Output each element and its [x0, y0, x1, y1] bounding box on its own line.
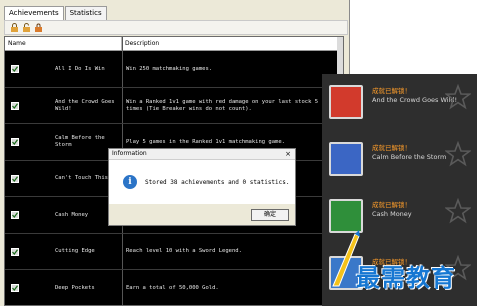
- dialog-title: Information: [112, 150, 147, 157]
- lock-all-icon[interactable]: [9, 23, 19, 33]
- notification-item: 成就已解锁！ And the Crowd Goes Wild!: [322, 74, 477, 128]
- notification-title: 成就已解锁！: [372, 87, 411, 95]
- notification-title: 成就已解锁！: [372, 144, 411, 152]
- dialog-message: Stored 38 achievements and 0 statistics.: [145, 179, 290, 186]
- crowd-achievement-icon: [329, 85, 363, 119]
- checkmark-icon: [12, 66, 18, 72]
- achievement-name: Cash Money: [55, 211, 89, 218]
- checkmark-icon: [12, 139, 18, 145]
- checkmark-icon: [12, 175, 18, 182]
- star-icon: [445, 84, 471, 110]
- achievement-name: Deep Pockets: [55, 284, 95, 291]
- achievement-name: Can't Touch This: [55, 175, 108, 181]
- table-row[interactable]: All I Do Is Win Win 250 matchmaking games…: [5, 51, 343, 88]
- achievement-description: Earn a total of 50,000 Gold.: [126, 284, 219, 291]
- table-row[interactable]: And the Crowd Goes Wild! Win a Ranked 1v1…: [5, 88, 343, 124]
- achievement-name: Calm Before the Storm: [55, 135, 105, 148]
- tab-achievements[interactable]: Achievements: [4, 6, 64, 20]
- achievement-checkbox[interactable]: [11, 284, 19, 292]
- unlock-all-icon[interactable]: [21, 23, 31, 33]
- notification-item: 成就已解锁！ Calm Before the Storm: [322, 131, 477, 185]
- column-name-header[interactable]: Name: [5, 37, 122, 50]
- achievement-description: Win 250 matchmaking games.: [126, 65, 213, 72]
- dialog-body: i Stored 38 achievements and 0 statistic…: [109, 160, 295, 204]
- storm-achievement-icon: [329, 142, 363, 176]
- information-dialog: Information × i Stored 38 achievements a…: [108, 148, 296, 226]
- column-description-header[interactable]: Description: [122, 37, 339, 50]
- achievement-name: And the Crowd Goes Wild!: [55, 98, 115, 112]
- checkmark-icon: [12, 248, 18, 255]
- achievement-name: Cutting Edge: [55, 248, 95, 254]
- achievement-checkbox[interactable]: [11, 101, 19, 110]
- checkmark-icon: [12, 285, 18, 291]
- checkmark-icon: [12, 212, 18, 218]
- achievement-description: Reach level 10 with a Sword Legend.: [126, 248, 242, 254]
- close-icon[interactable]: ×: [285, 149, 291, 159]
- info-icon: i: [123, 175, 137, 189]
- table-row[interactable]: Cutting Edge Reach level 10 with a Sword …: [5, 234, 343, 270]
- invert-icon[interactable]: [33, 23, 43, 33]
- achievement-checkbox[interactable]: [11, 247, 19, 256]
- star-icon: [445, 141, 471, 167]
- ok-button[interactable]: 确定: [251, 209, 289, 221]
- star-icon: [445, 198, 471, 224]
- achievement-checkbox[interactable]: [11, 65, 19, 73]
- checkmark-icon: [12, 102, 18, 109]
- achievement-checkbox[interactable]: [11, 211, 19, 219]
- toolbar: [4, 20, 348, 35]
- table-header: Name Description: [5, 37, 343, 51]
- achievement-description: Win a Ranked 1v1 game with red damage on…: [126, 98, 319, 112]
- notification-title: 成就已解锁！: [372, 201, 411, 209]
- watermark-text: 最需教育: [356, 264, 456, 292]
- achievement-checkbox[interactable]: [11, 138, 19, 146]
- table-row[interactable]: Deep Pockets Earn a total of 50,000 Gold.: [5, 270, 343, 305]
- tab-bar: Achievements Statistics: [4, 6, 108, 20]
- tab-statistics[interactable]: Statistics: [64, 6, 107, 20]
- achievement-name: All I Do Is Win: [55, 65, 105, 72]
- notification-text: Calm Before the Storm: [372, 153, 447, 161]
- dialog-titlebar: Information ×: [109, 149, 295, 160]
- achievement-checkbox[interactable]: [11, 174, 19, 183]
- notification-text: Cash Money: [372, 210, 412, 218]
